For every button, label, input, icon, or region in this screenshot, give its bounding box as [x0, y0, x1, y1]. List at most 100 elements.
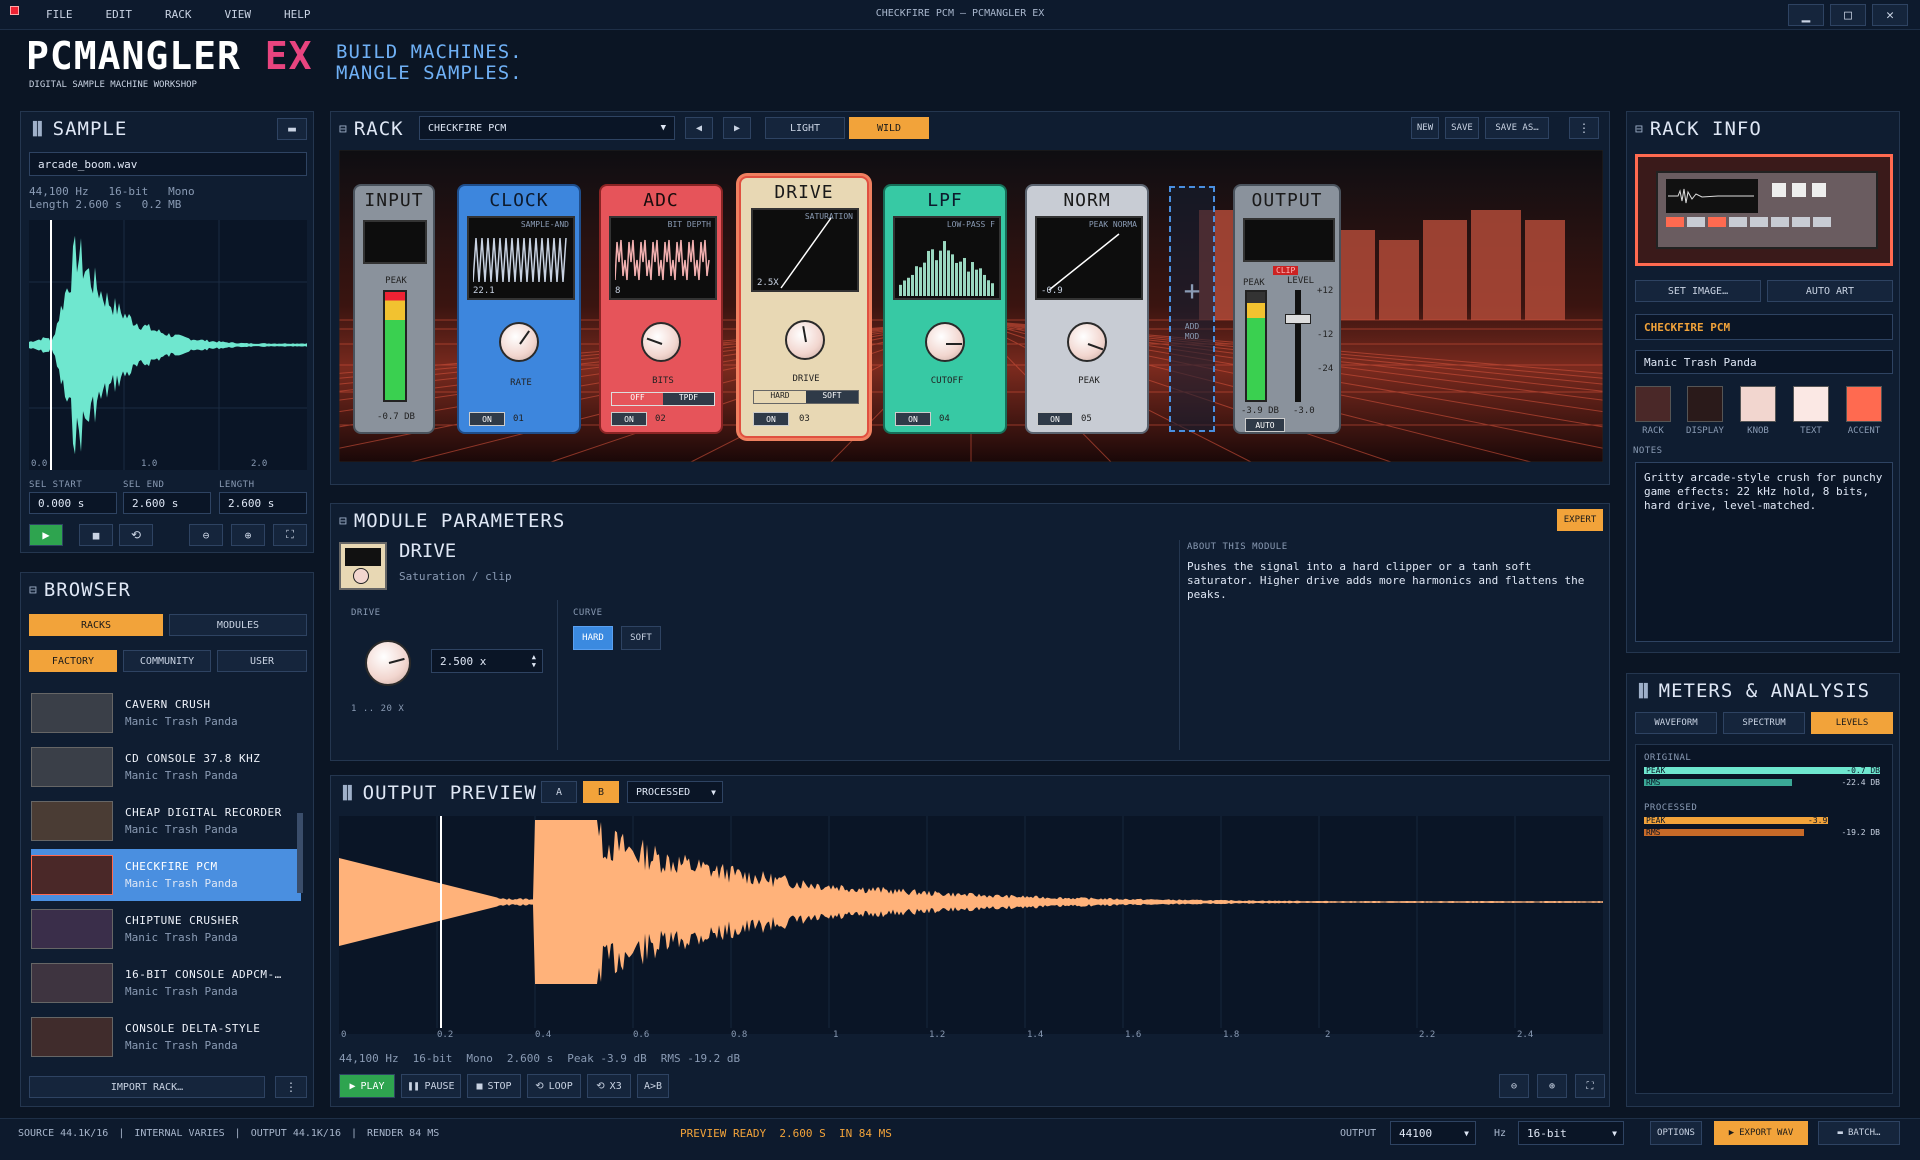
menu-rack[interactable]: RACK [165, 8, 192, 21]
add-module-slot[interactable]: + ADD MOD [1169, 186, 1215, 432]
norm-module[interactable]: NORM PEAK NORMA -0.9 PEAK ON 05 [1025, 184, 1149, 434]
level-fader-handle[interactable] [1285, 314, 1311, 324]
filter-user[interactable]: USER [217, 650, 307, 672]
export-wav-button[interactable]: ▶ EXPORT WAV [1714, 1121, 1808, 1145]
zoom-out-button[interactable]: ⊖ [189, 524, 223, 546]
length-input[interactable]: 2.600 s [219, 492, 307, 514]
drive-on-button[interactable]: ON [753, 412, 789, 426]
sel-end-input[interactable]: 2.600 s [123, 492, 211, 514]
adc-on-button[interactable]: ON [611, 412, 647, 426]
options-button[interactable]: OPTIONS [1650, 1121, 1702, 1145]
swatch-display[interactable] [1687, 386, 1723, 422]
clock-on-button[interactable]: ON [469, 412, 505, 426]
list-item-selected[interactable]: CHECKFIRE PCM Manic Trash Panda [31, 849, 301, 901]
list-item[interactable]: CHIPTUNE CRUSHER Manic Trash Panda [31, 903, 301, 955]
swatch-rack[interactable] [1635, 386, 1671, 422]
curve-soft-button[interactable]: SOFT [621, 626, 661, 650]
auto-art-button[interactable]: AUTO ART [1767, 280, 1893, 302]
drive-curve-toggle[interactable]: HARD SOFT [753, 390, 859, 404]
sample-rate-select[interactable]: 44100 ▼ [1390, 1121, 1476, 1145]
set-image-button[interactable]: SET IMAGE… [1635, 280, 1761, 302]
filter-factory[interactable]: FACTORY [29, 650, 117, 672]
preview-loop-button[interactable]: ⟲ LOOP [527, 1074, 581, 1098]
clock-module[interactable]: CLOCK SAMPLE-AND 22.1 RATE ON 01 [457, 184, 581, 434]
auto-button[interactable]: AUTO [1245, 418, 1285, 432]
preview-ab-button[interactable]: A>B [637, 1074, 669, 1098]
loop-button[interactable]: ⟲ [119, 524, 153, 546]
dither-tpdf[interactable]: TPDF [663, 393, 714, 405]
list-item[interactable]: 16-BIT CONSOLE ADPCM-… Manic Trash Panda [31, 957, 301, 1009]
bit-depth-select[interactable]: 16-bit ▼ [1518, 1121, 1624, 1145]
preview-zoom-in-button[interactable]: ⊕ [1537, 1074, 1567, 1098]
tab-modules[interactable]: MODULES [169, 614, 307, 636]
lpf-module[interactable]: LPF LOW-PASS F CUTOFF ON 04 [883, 184, 1007, 434]
rack-preset-select[interactable]: CHECKFIRE PCM ▼ [419, 116, 675, 140]
menu-edit[interactable]: EDIT [106, 8, 133, 21]
tab-racks[interactable]: RACKS [29, 614, 163, 636]
cutoff-knob[interactable] [925, 322, 965, 362]
fit-button[interactable]: ⛶ [273, 524, 307, 546]
preview-x3-button[interactable]: ⟲ X3 [587, 1074, 631, 1098]
swatch-knob[interactable] [1740, 386, 1776, 422]
minimize-button[interactable]: ▁ [1788, 4, 1824, 26]
save-as-button[interactable]: SAVE AS… [1485, 117, 1549, 139]
menu-help[interactable]: HELP [284, 8, 311, 21]
drive-curve-soft[interactable]: SOFT [806, 391, 858, 403]
preview-mode-select[interactable]: PROCESSED ▼ [627, 781, 723, 803]
filter-community[interactable]: COMMUNITY [123, 650, 211, 672]
close-button[interactable]: ✕ [1872, 4, 1908, 26]
sample-filename[interactable]: arcade_boom.wav [29, 152, 307, 176]
meters-tab-spectrum[interactable]: SPECTRUM [1723, 712, 1805, 734]
list-item[interactable]: CHEAP DIGITAL RECORDER Manic Trash Panda [31, 795, 301, 847]
preview-play-button[interactable]: ▶ PLAY [339, 1074, 395, 1098]
list-item[interactable]: CONSOLE DELTA-STYLE Manic Trash Panda [31, 1011, 301, 1063]
preview-pause-button[interactable]: ❚❚ PAUSE [401, 1074, 461, 1098]
zoom-in-button[interactable]: ⊕ [231, 524, 265, 546]
list-item[interactable]: CAVERN CRUSH Manic Trash Panda [31, 687, 301, 739]
open-folder-button[interactable]: ▬ [277, 118, 307, 140]
prev-preset-button[interactable]: ◀ [685, 117, 713, 139]
adc-module[interactable]: ADC BIT DEPTH 8 BITS OFF TPDF ON 02 [599, 184, 723, 434]
drive-param-knob[interactable] [365, 640, 411, 686]
drive-knob[interactable] [785, 320, 825, 360]
swatch-text[interactable] [1793, 386, 1829, 422]
menu-file[interactable]: FILE [46, 8, 73, 21]
mode-wild-button[interactable]: WILD [849, 117, 929, 139]
maximize-button[interactable]: □ [1830, 4, 1866, 26]
lpf-on-button[interactable]: ON [895, 412, 931, 426]
mode-light-button[interactable]: LIGHT [765, 117, 845, 139]
drive-module[interactable]: DRIVE SATURATION 2.5X DRIVE HARD SOFT ON… [739, 176, 869, 438]
batch-button[interactable]: ▬ BATCH… [1818, 1121, 1900, 1145]
preview-zoom-out-button[interactable]: ⊖ [1499, 1074, 1529, 1098]
norm-on-button[interactable]: ON [1037, 412, 1073, 426]
expert-button[interactable]: EXPERT [1557, 509, 1603, 531]
preview-fit-button[interactable]: ⛶ [1575, 1074, 1605, 1098]
play-button[interactable]: ▶ [29, 524, 63, 546]
rack-name-field[interactable]: CHECKFIRE PCM [1635, 314, 1893, 340]
stop-button[interactable]: ■ [79, 524, 113, 546]
next-preset-button[interactable]: ▶ [723, 117, 751, 139]
import-rack-button[interactable]: IMPORT RACK… [29, 1076, 265, 1098]
meters-tab-waveform[interactable]: WAVEFORM [1635, 712, 1717, 734]
rack-author-field[interactable]: Manic Trash Panda [1635, 350, 1893, 374]
output-module[interactable]: OUTPUT CLIP PEAK LEVEL +12 -12 -24 -3.9 … [1233, 184, 1341, 434]
list-item[interactable]: CD CONSOLE 37.8 KHZ Manic Trash Panda [31, 741, 301, 793]
preview-b-button[interactable]: B [583, 781, 619, 803]
preview-stop-button[interactable]: ■ STOP [467, 1074, 521, 1098]
peak-knob[interactable] [1067, 322, 1107, 362]
sel-start-input[interactable]: 0.000 s [29, 492, 117, 514]
meters-tab-levels[interactable]: LEVELS [1811, 712, 1893, 734]
new-rack-button[interactable]: NEW [1411, 117, 1439, 139]
dither-toggle[interactable]: OFF TPDF [611, 392, 715, 406]
input-module[interactable]: INPUT PEAK -0.7 DB [353, 184, 435, 434]
dither-off[interactable]: OFF [612, 393, 663, 405]
preview-waveform[interactable] [339, 816, 1603, 1034]
curve-hard-button[interactable]: HARD [573, 626, 613, 650]
menu-view[interactable]: VIEW [225, 8, 252, 21]
sample-waveform[interactable] [29, 220, 307, 470]
drive-curve-hard[interactable]: HARD [754, 391, 806, 403]
rate-knob[interactable] [499, 322, 539, 362]
rack-more-button[interactable]: ⋮ [1569, 117, 1599, 139]
preview-a-button[interactable]: A [541, 781, 577, 803]
notes-textarea[interactable]: Gritty arcade-style crush for punchy gam… [1635, 462, 1893, 642]
